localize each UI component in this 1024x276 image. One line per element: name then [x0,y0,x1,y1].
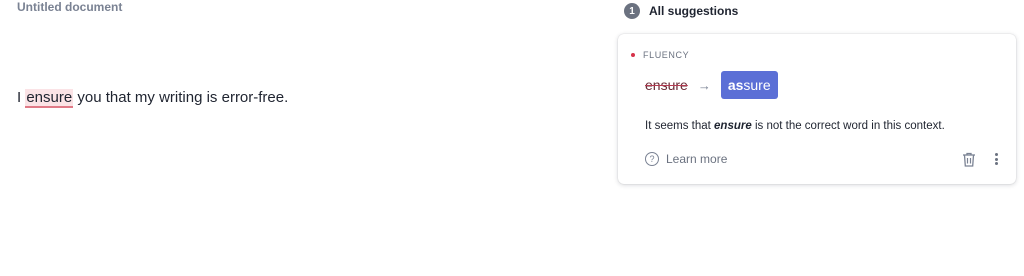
learn-more-label: Learn more [666,152,728,166]
category-dot-icon [631,53,635,57]
explanation-after: is not the correct word in this context. [751,120,945,132]
accept-replacement-button[interactable]: assure [720,71,778,99]
explanation-keyword: ensure [714,120,752,132]
suggestion-count-badge: 1 [624,3,640,19]
help-circle-icon: ? [645,152,659,166]
arrow-right-icon: → [697,77,711,93]
explanation-before: It seems that [645,120,715,132]
document-body[interactable]: I ensure you that my writing is error-fr… [17,88,288,108]
replacement-row: ensure → assure [645,71,778,99]
learn-more-link[interactable]: ? Learn more [645,152,727,166]
suggestion-card[interactable]: FLUENCY ensure → assure It seems that en… [618,34,1016,184]
suggestions-title: All suggestions [649,4,739,18]
suggestion-explanation: It seems that ensure is not the correct … [645,120,945,132]
replacement-bold-part: as [727,77,744,93]
trash-icon[interactable] [961,151,977,168]
replacement-rest-part: sure [743,77,771,93]
document-text-after: you that my writing is error-free. [73,89,289,106]
more-vertical-icon[interactable] [993,151,999,167]
category-label: FLUENCY [643,50,690,60]
suggestions-header: 1 All suggestions [624,3,738,19]
flagged-word[interactable]: ensure [25,89,74,108]
original-word: ensure [645,77,688,93]
document-title[interactable]: Untitled document [17,0,122,14]
suggestion-category: FLUENCY [631,50,689,60]
